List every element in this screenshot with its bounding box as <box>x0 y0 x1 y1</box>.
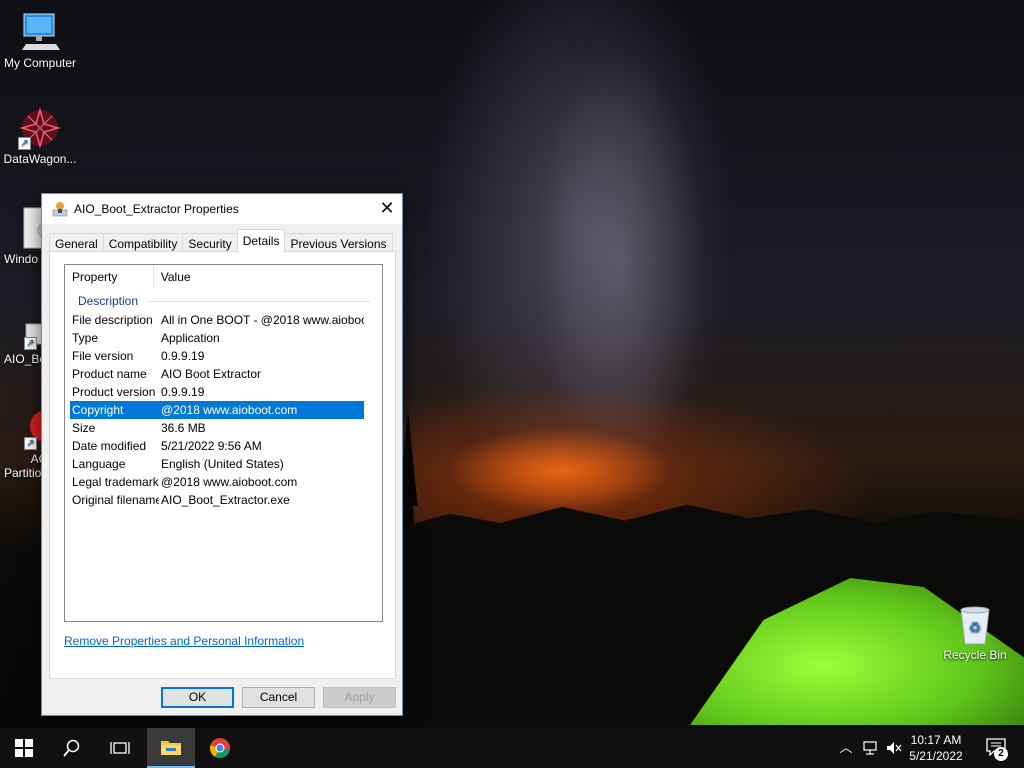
dialog-titlebar[interactable]: AIO_Boot_Extractor Properties ✕ <box>42 194 402 224</box>
detail-row[interactable]: Legal trademarks @2018 www.aioboot.com <box>70 473 364 491</box>
detail-value: 0.9.9.19 <box>161 385 205 399</box>
details-list[interactable]: Property Value Description File descript… <box>64 264 383 622</box>
datawagon-icon: ↗ <box>18 106 62 150</box>
detail-row[interactable]: Language English (United States) <box>70 455 364 473</box>
clock-time: 10:17 AM <box>910 733 962 747</box>
task-view-icon <box>110 742 130 754</box>
app-icon <box>52 202 68 217</box>
tab-details[interactable]: Details <box>236 229 286 253</box>
shortcut-arrow-icon: ↗ <box>24 437 37 450</box>
detail-value: 36.6 MB <box>161 421 206 435</box>
close-icon[interactable]: ✕ <box>372 194 402 224</box>
detail-property: Date modified <box>72 439 147 453</box>
detail-property: Language <box>72 457 126 471</box>
taskbar-clock[interactable]: 10:17 AM 5/21/2022 <box>906 732 966 764</box>
details-panel: Property Value Description File descript… <box>49 251 396 679</box>
network-icon[interactable] <box>862 740 878 756</box>
detail-property: Product version <box>72 385 156 399</box>
detail-value: @2018 www.aioboot.com <box>161 403 298 417</box>
detail-value: AIO_Boot_Extractor.exe <box>161 493 290 507</box>
detail-value: AIO Boot Extractor <box>161 367 262 381</box>
properties-dialog: AIO_Boot_Extractor Properties ✕ General … <box>41 193 403 716</box>
taskbar-file-explorer[interactable] <box>147 728 195 768</box>
shortcut-arrow-icon: ↗ <box>24 337 37 350</box>
volume-muted-icon[interactable] <box>886 740 902 756</box>
ok-button[interactable]: OK <box>161 687 234 708</box>
detail-value: 0.9.9.19 <box>161 349 205 363</box>
detail-property: Size <box>72 421 96 435</box>
shortcut-arrow-icon: ↗ <box>18 137 31 150</box>
cancel-button[interactable]: Cancel <box>242 687 315 708</box>
list-header: Property Value <box>65 265 382 289</box>
windows-logo-icon <box>15 739 33 757</box>
remove-properties-link[interactable]: Remove Properties and Personal Informati… <box>64 634 304 648</box>
detail-row[interactable]: Size 36.6 MB <box>70 419 364 437</box>
notification-count-badge: 2 <box>994 747 1008 761</box>
detail-property: Original filename <box>72 493 159 507</box>
desktop-icon-label: My Computer <box>3 56 77 70</box>
desktop-icon-label: Recycle Bin <box>943 648 1007 662</box>
detail-row[interactable]: Copyright @2018 www.aioboot.com <box>70 401 364 419</box>
desktop-icon-my-computer[interactable]: My Computer <box>0 10 80 70</box>
desktop-icon-recycle-bin[interactable]: ♻ Recycle Bin <box>935 602 1015 662</box>
detail-property: File version <box>72 349 134 363</box>
apply-button[interactable]: Apply <box>323 687 396 708</box>
detail-property: File description <box>72 313 153 327</box>
detail-value: Application <box>161 331 220 345</box>
detail-value: English (United States) <box>161 457 284 471</box>
folder-icon <box>161 741 181 755</box>
task-view-button[interactable] <box>96 728 144 768</box>
search-button[interactable] <box>48 728 96 768</box>
detail-value: 5/21/2022 9:56 AM <box>161 439 262 453</box>
column-header-property[interactable]: Property <box>65 265 154 288</box>
taskbar: ︿ 10:17 AM 5/21/2022 2 <box>0 728 1024 768</box>
tab-strip: General Compatibility Security Details P… <box>49 229 393 254</box>
detail-row[interactable]: File description All in One BOOT - @2018 … <box>70 311 364 329</box>
search-icon <box>63 739 80 757</box>
detail-value: All in One BOOT - @2018 www.aioboot... <box>161 313 364 327</box>
column-header-value[interactable]: Value <box>154 265 382 288</box>
desktop-icon-datawagon[interactable]: ↗ DataWagon... <box>0 106 80 166</box>
detail-property: Type <box>72 331 99 345</box>
detail-property: Copyright <box>72 403 124 417</box>
svg-text:♻: ♻ <box>969 620 982 636</box>
recycle-bin-icon: ♻ <box>953 602 997 646</box>
detail-property: Product name <box>72 367 147 381</box>
group-header-description: Description <box>65 291 382 311</box>
chevron-up-icon[interactable]: ︿ <box>838 740 854 756</box>
taskbar-chrome[interactable] <box>196 728 244 768</box>
computer-icon <box>18 10 62 54</box>
start-button[interactable] <box>0 728 48 768</box>
detail-row[interactable]: Product version 0.9.9.19 <box>70 383 364 401</box>
detail-row[interactable]: File version 0.9.9.19 <box>70 347 364 365</box>
detail-row[interactable]: Type Application <box>70 329 364 347</box>
detail-property: Legal trademarks <box>72 475 159 489</box>
dialog-title: AIO_Boot_Extractor Properties <box>74 202 239 216</box>
detail-row[interactable]: Original filename AIO_Boot_Extractor.exe <box>70 491 364 509</box>
detail-value: @2018 www.aioboot.com <box>161 475 298 489</box>
details-rows: File description All in One BOOT - @2018 … <box>65 311 382 509</box>
clock-date: 5/21/2022 <box>909 749 963 763</box>
detail-row[interactable]: Product name AIO Boot Extractor <box>70 365 364 383</box>
detail-row[interactable]: Date modified 5/21/2022 9:56 AM <box>70 437 364 455</box>
chrome-icon <box>210 738 230 759</box>
desktop-icon-label: DataWagon... <box>3 152 77 166</box>
